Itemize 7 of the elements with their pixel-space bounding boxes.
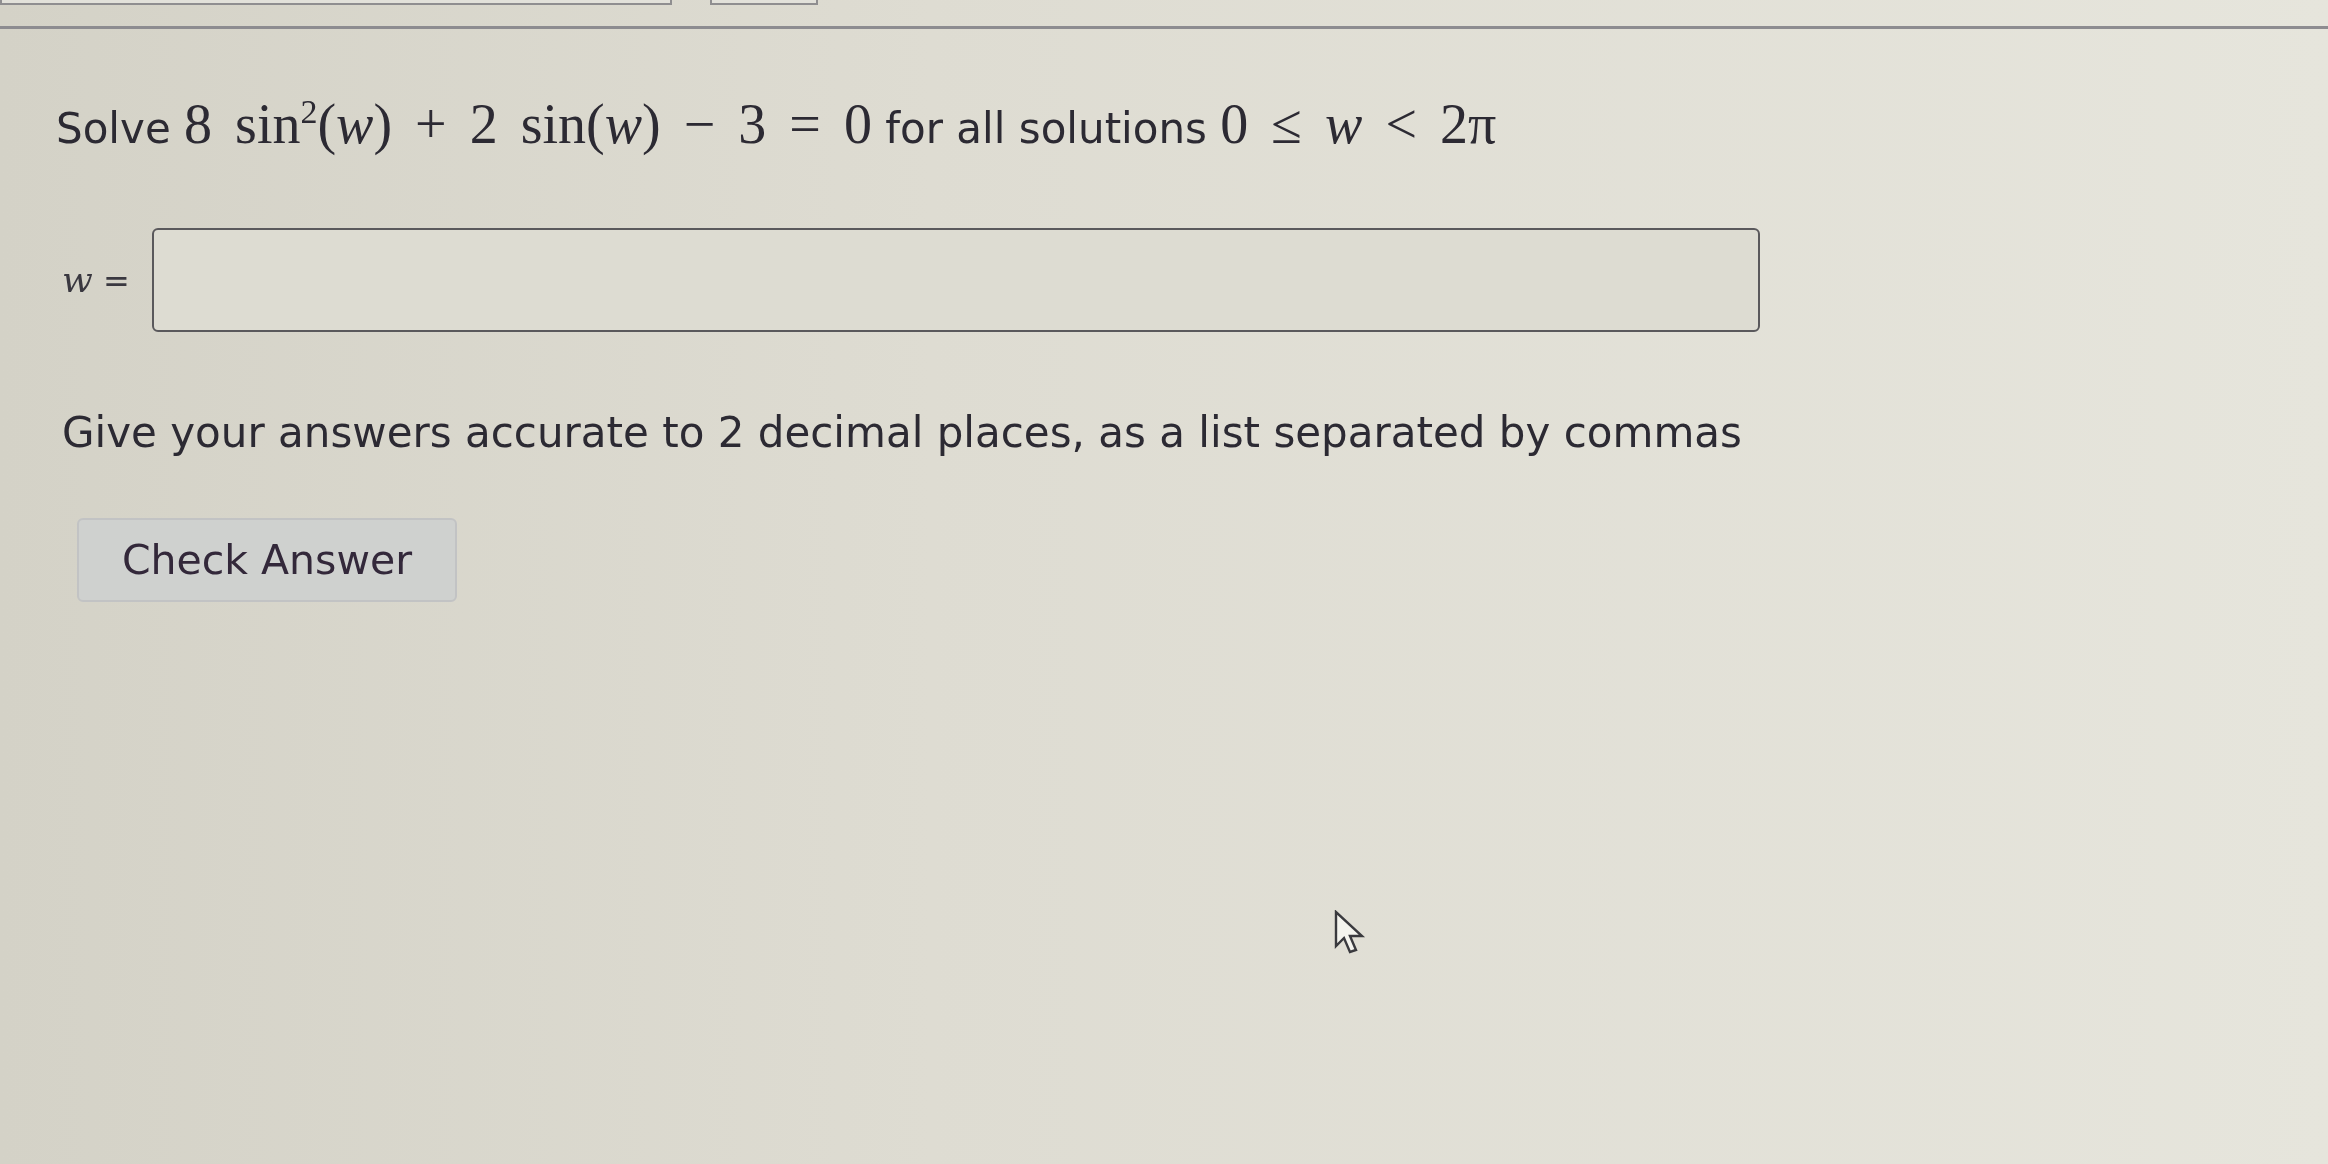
answer-field[interactable] (151, 227, 1760, 332)
answer-label: w = (62, 259, 130, 301)
question-text: Solve 8 sin$^{2}$(w) + 2 sin(w) − 3 = 0 for all solutions 0 ≤ w < 2π (56, 91, 1497, 157)
instruction-text: Give your answers accurate to 2 decimal places, as a list separated by commas (62, 406, 1742, 459)
tab[interactable] (0, 0, 672, 5)
tab[interactable] (710, 0, 818, 5)
check-answer-button[interactable]: Check Answer (77, 517, 457, 602)
